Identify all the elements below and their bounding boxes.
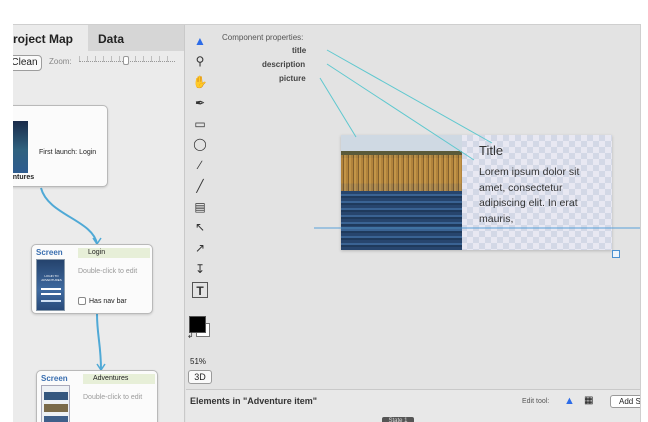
brush-icon[interactable]: ∕ [192, 157, 208, 173]
screen-card-first-launch[interactable]: n First launch: Login ventures [13, 105, 108, 187]
app-window: roject Map Data Clean Zoom: n First laun… [13, 24, 641, 422]
direct-select-icon[interactable]: ↖ [192, 219, 208, 235]
thumb-button [41, 300, 61, 302]
screen-label: Screen [41, 374, 68, 383]
elements-bar: Elements in "Adventure item" Edit tool: … [186, 389, 640, 422]
add-point-icon[interactable]: ↗ [192, 240, 208, 256]
add-state-button[interactable]: Add S [610, 395, 640, 408]
double-click-hint: Double-click to edit [78, 268, 138, 275]
elements-label: Elements in "Adventure item" [190, 396, 318, 406]
clapper-icon[interactable]: ▦ [584, 395, 593, 406]
resize-handle[interactable] [612, 250, 620, 258]
oval-icon[interactable]: ◯ [192, 136, 208, 152]
magnifier-icon[interactable]: ⚲ [192, 53, 208, 69]
editor-canvas[interactable]: Component properties: title description … [214, 25, 640, 389]
flow-connectors [40, 187, 106, 372]
screen-thumbnail [13, 121, 28, 173]
screen-name[interactable]: Login [78, 248, 150, 258]
tool-palette: ▲ ⚲ ✋ ✒ ▭ ◯ ∕ ╱ ▤ ↖ ↗ ↧ T ↲ 51% 3D [186, 25, 214, 389]
project-map-panel: roject Map Data Clean Zoom: n First laun… [13, 25, 185, 422]
thumbnail-title: LOGIN TO ADVENTURES [41, 274, 62, 282]
nav-bar-label: Has nav bar [89, 297, 127, 305]
rectangle-icon[interactable]: ▭ [192, 116, 208, 132]
first-launch-caption: First launch: Login [39, 149, 97, 156]
swap-colors-icon[interactable]: ↲ [187, 331, 194, 340]
zoom-percentage: 51% [190, 357, 207, 366]
pointer-icon[interactable]: ▲ [192, 33, 208, 49]
thumb-row [44, 416, 68, 422]
state-badge[interactable]: State 1 [382, 417, 414, 422]
property-guides [314, 49, 640, 229]
screen-thumbnail: LOGIN TO ADVENTURES [36, 259, 65, 311]
text-height-icon[interactable]: ↧ [192, 261, 208, 277]
screen-card-adventures[interactable]: Screen Adventures Double-click to edit [36, 370, 158, 422]
screen-card-login[interactable]: Screen Login LOGIN TO ADVENTURES Double-… [31, 244, 153, 314]
edit-pointer-icon[interactable]: ▲ [564, 395, 575, 407]
thumb-row [44, 392, 68, 400]
nav-bar-checkbox[interactable] [78, 297, 86, 305]
screen-name[interactable]: Adventures [83, 374, 155, 384]
thumb-row [44, 404, 68, 412]
thumb-field [41, 288, 61, 290]
pen-icon[interactable]: ✒ [192, 95, 208, 111]
card-bottom-label: ventures [13, 174, 35, 181]
double-click-hint: Double-click to edit [83, 394, 143, 401]
gradient-icon[interactable]: ▤ [192, 199, 208, 215]
screen-label: Screen [36, 248, 63, 257]
nav-bar-option[interactable]: Has nav bar [78, 297, 127, 305]
thumb-field [41, 293, 61, 295]
screen-thumbnail [41, 385, 70, 422]
text-icon[interactable]: T [192, 282, 208, 298]
hand-icon[interactable]: ✋ [192, 74, 208, 90]
line-icon[interactable]: ╱ [192, 178, 208, 194]
edit-tool-label: Edit tool: [522, 398, 550, 405]
3d-button[interactable]: 3D [188, 370, 212, 384]
